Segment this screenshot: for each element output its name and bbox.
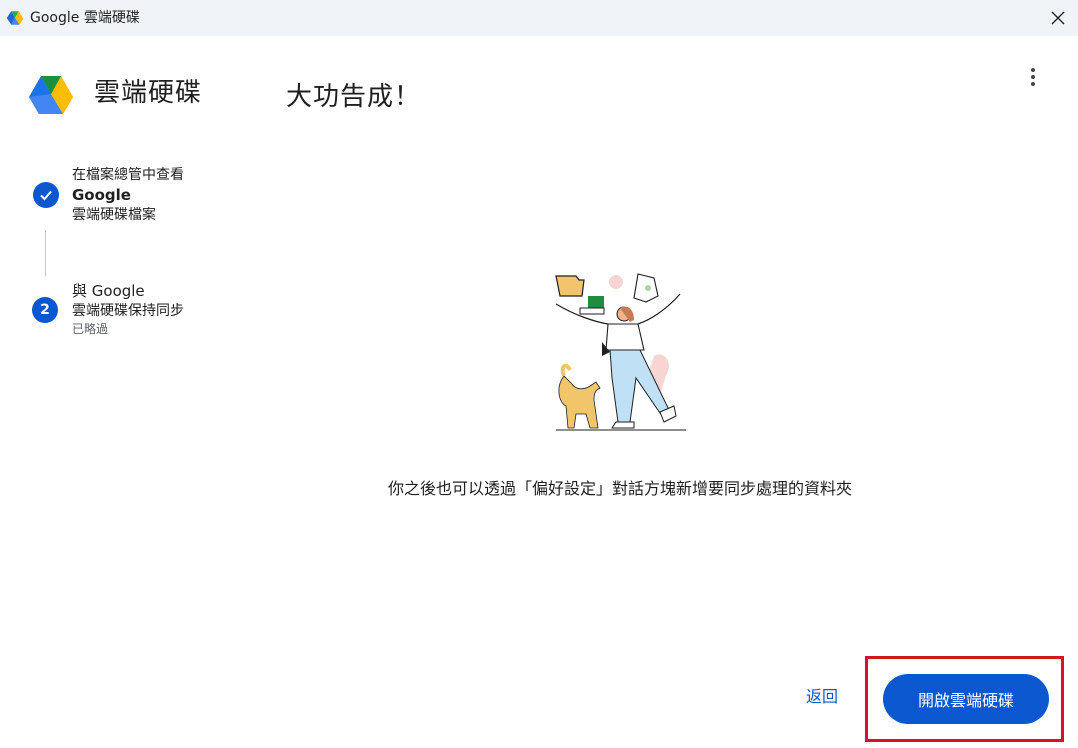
brand-name: 雲端硬碟 — [94, 78, 203, 108]
step-number-badge: 2 — [32, 297, 58, 323]
title-bar: Google 雲端硬碟 — [0, 0, 1078, 36]
open-drive-button[interactable]: 開啟雲端硬碟 — [883, 674, 1049, 724]
step-1-line-3: 雲端硬碟檔案 — [72, 207, 156, 223]
page-title: 大功告成！ — [286, 82, 422, 112]
step-1-line-1: 在檔案總管中查看 — [72, 167, 184, 183]
step-2-line-2: 雲端硬碟保持同步 — [72, 303, 184, 319]
success-illustration — [555, 273, 686, 431]
close-button[interactable] — [1040, 0, 1076, 36]
close-icon[interactable] — [1051, 11, 1065, 25]
back-button[interactable]: 返回 — [806, 686, 838, 708]
more-vert-icon[interactable] — [1031, 68, 1035, 72]
window-title: Google 雲端硬碟 — [30, 10, 140, 26]
more-options-button[interactable] — [1019, 62, 1047, 92]
google-drive-logo — [29, 76, 73, 114]
check-icon — [40, 190, 52, 201]
sync-hint-message: 你之後也可以透過「偏好設定」對話方塊新增要同步處理的資料夾 — [387, 479, 852, 498]
step-2-status: 已略過 — [72, 322, 109, 336]
step-complete-check — [33, 182, 59, 208]
step-2-line-1: 與 Google — [72, 282, 145, 300]
google-drive-app-icon — [6, 11, 24, 25]
step-connector — [45, 230, 46, 276]
step-1-line-2: Google — [72, 186, 131, 204]
